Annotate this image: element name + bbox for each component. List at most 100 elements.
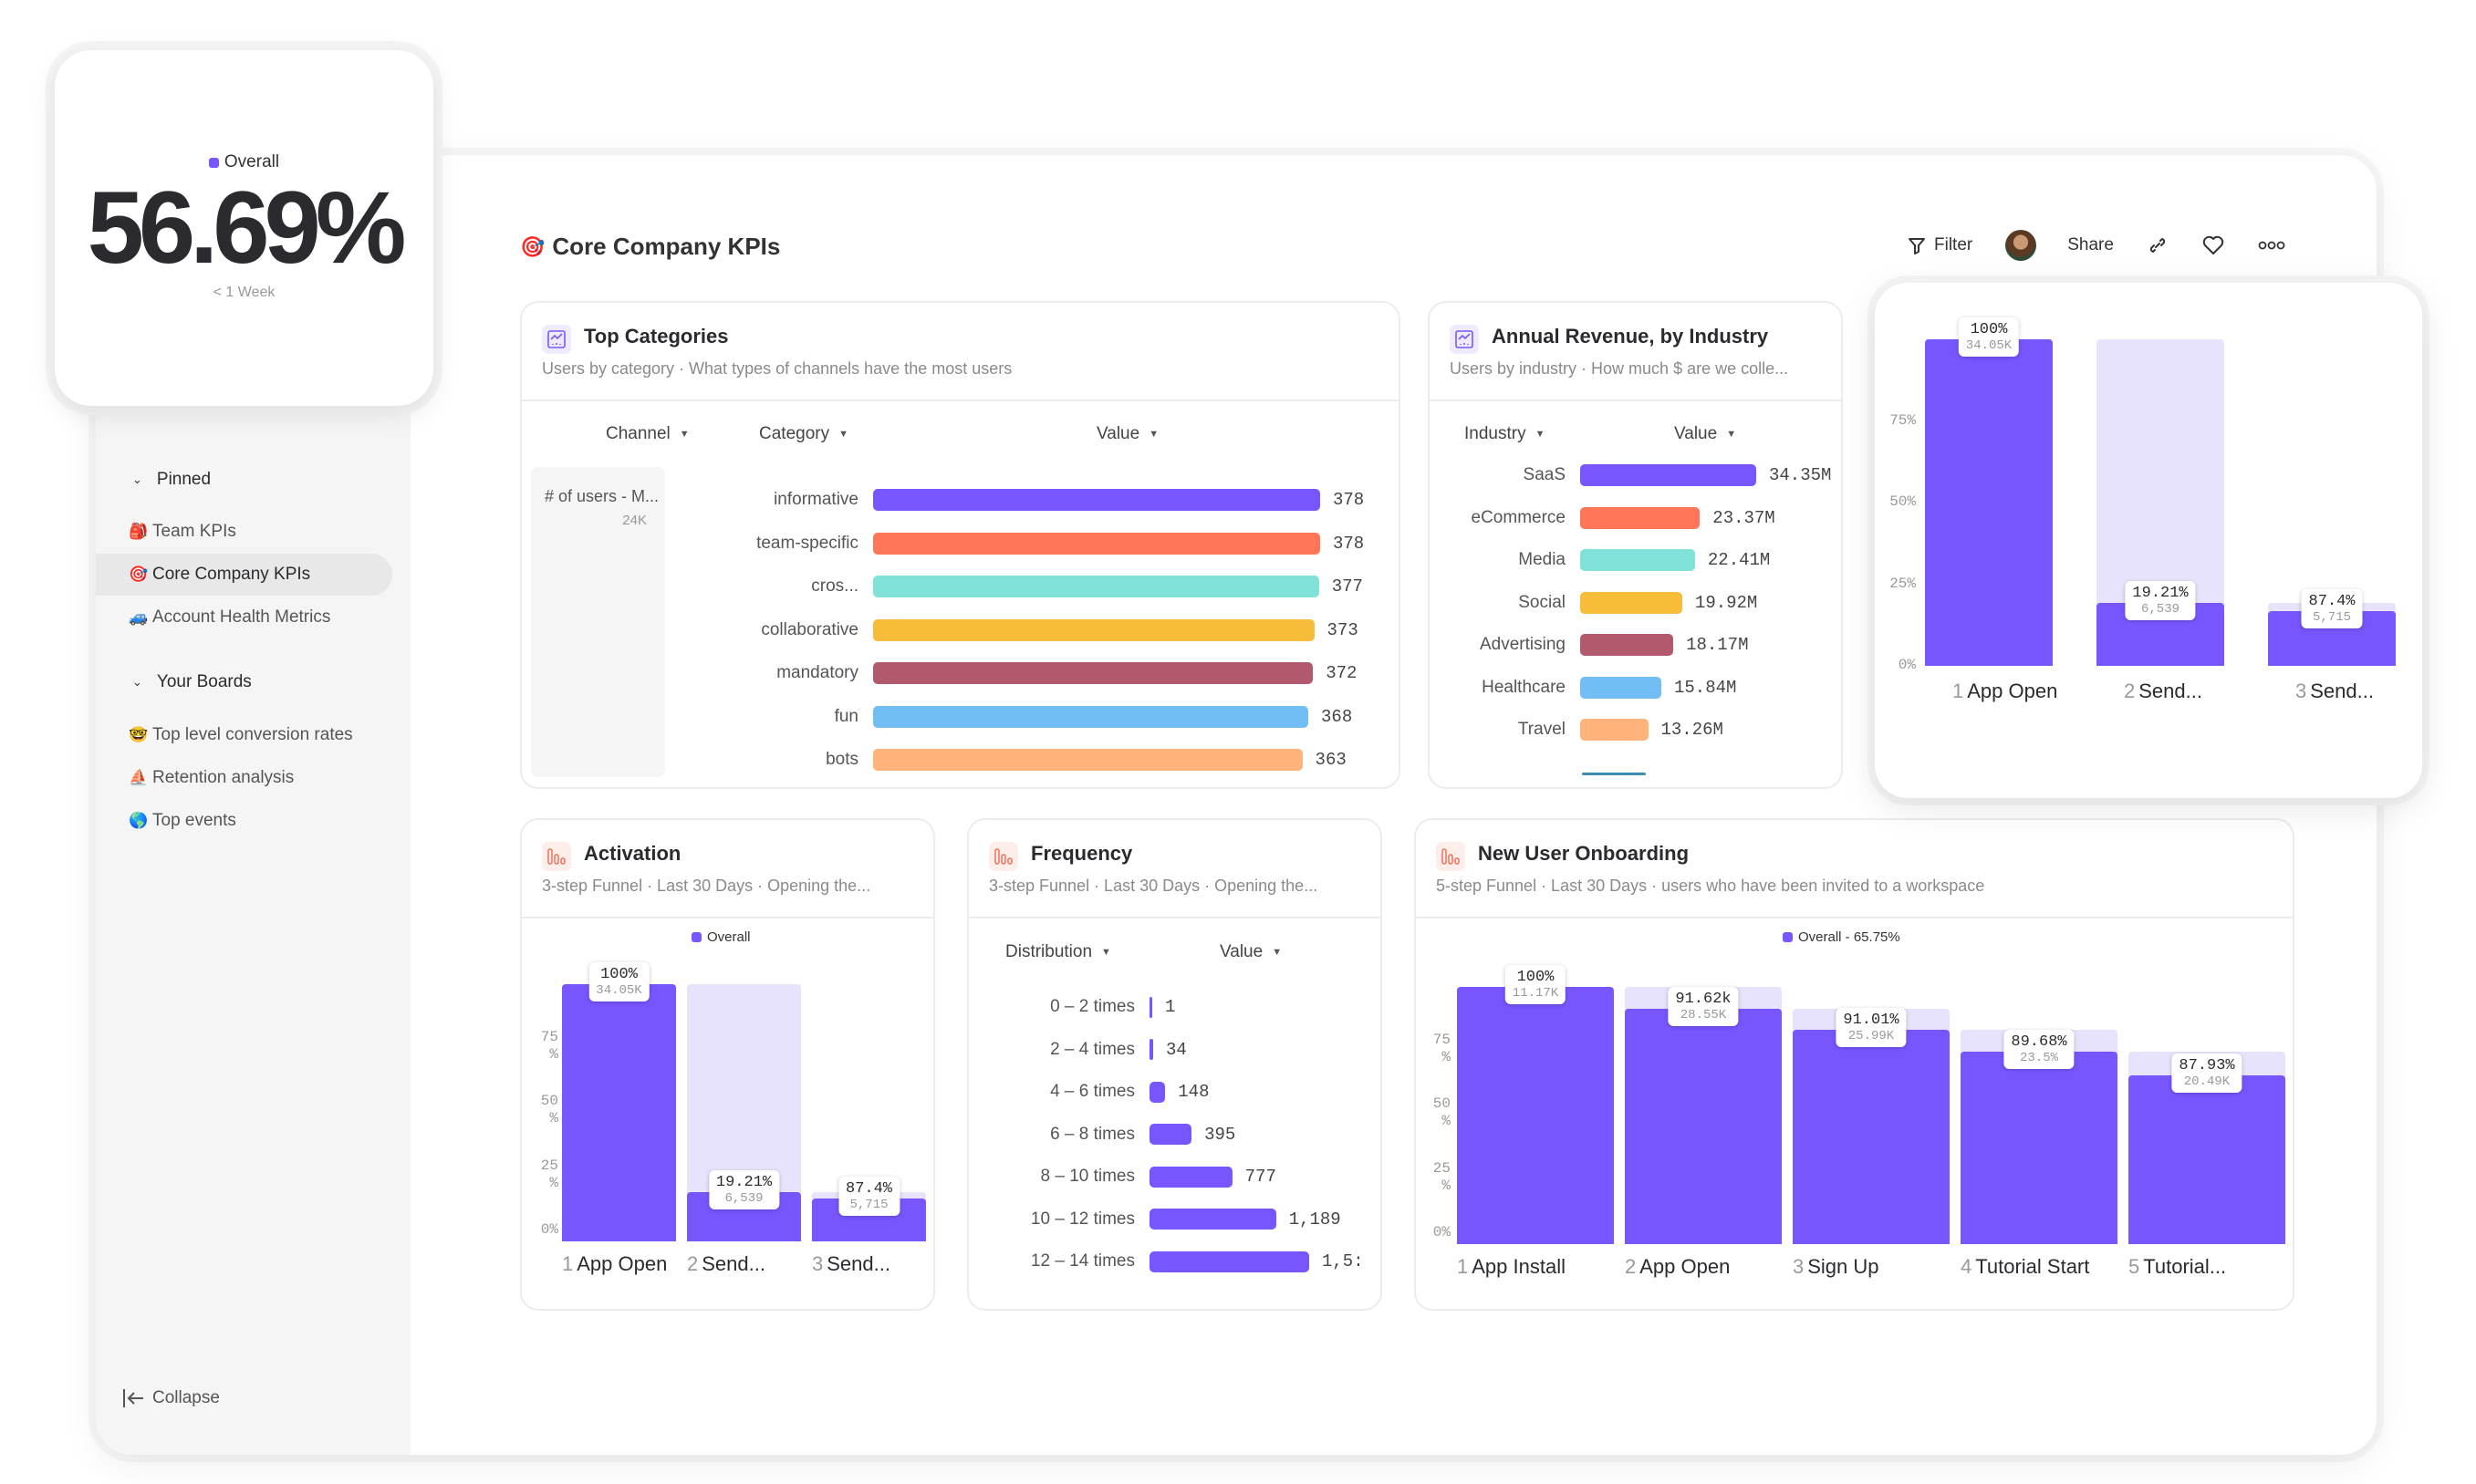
funnel-tooltip: 100% 34.05K [588, 962, 650, 1001]
funnel-bar[interactable] [562, 984, 676, 1241]
bar-row[interactable]: SaaS 34.35M [1430, 462, 1841, 488]
frequency-card[interactable]: Frequency 3-step Funnel · Last 30 Days ·… [967, 818, 1382, 1311]
step-label[interactable]: 3 Send... [2295, 680, 2374, 703]
bar[interactable] [1150, 1124, 1192, 1145]
bar[interactable] [1580, 719, 1649, 741]
collapse-button[interactable]: Collapse [121, 1386, 220, 1410]
channel-value: 24K [622, 513, 647, 528]
section-pinned[interactable]: ⌄ Pinned [132, 470, 211, 490]
sidebar-item-retention-analysis[interactable]: ⛵ Retention analysis [123, 757, 392, 799]
bar-row[interactable]: 0 – 2 times 1 [969, 994, 1380, 1020]
funnel-bar[interactable] [1793, 1029, 1950, 1244]
step-label[interactable]: 1 App Open [562, 1252, 667, 1276]
globe-icon: 🌎 [129, 812, 149, 829]
bar-row[interactable]: team-specific 378 [522, 531, 1399, 556]
new-user-onboarding-card[interactable]: New User Onboarding 5-step Funnel · Last… [1414, 818, 2294, 1311]
bar[interactable] [1580, 549, 1695, 571]
favorite-button[interactable] [2201, 234, 2225, 256]
funnel-bar[interactable] [1925, 339, 2053, 666]
bar[interactable] [873, 705, 1309, 728]
sidebar-item-core-company-kpis[interactable]: 🎯 Core Company KPIs [96, 554, 392, 596]
annual-revenue-card[interactable]: Annual Revenue, by Industry Users by ind… [1428, 301, 1843, 789]
sidebar-item-top-level-conversion-rates[interactable]: 🤓 Top level conversion rates [123, 714, 392, 756]
bar-row[interactable]: cros... 377 [522, 574, 1399, 599]
bar-row[interactable]: fun 368 [522, 704, 1399, 730]
share-button[interactable]: Share [2067, 235, 2114, 255]
column-header-value[interactable]: Value ▼ [1220, 942, 1282, 962]
bar[interactable] [873, 576, 1319, 597]
bar[interactable] [873, 749, 1303, 771]
section-your-boards[interactable]: ⌄ Your Boards [132, 672, 252, 692]
floating-kpi-card[interactable]: Overall 56.69% < 1 Week [55, 50, 433, 406]
bar[interactable] [873, 489, 1320, 511]
step-label[interactable]: 2 App Open [1625, 1255, 1730, 1279]
bar-row[interactable]: eCommerce 23.37M [1430, 505, 1841, 531]
funnel-bar[interactable] [1625, 1008, 1782, 1244]
top-categories-card[interactable]: Top Categories Users by category · What … [520, 301, 1400, 789]
filter-button[interactable]: Filter [1907, 235, 1972, 255]
bar-row[interactable]: Advertising 18.17M [1430, 632, 1841, 658]
bar-row[interactable]: Media 22.41M [1430, 547, 1841, 573]
bar[interactable] [1580, 591, 1682, 614]
bar[interactable] [1580, 464, 1756, 486]
column-header-value[interactable]: Value ▼ [1674, 424, 1736, 444]
bar[interactable] [873, 532, 1320, 555]
bar-row[interactable]: 2 – 4 times 34 [969, 1037, 1380, 1063]
bar[interactable] [1150, 996, 1152, 1018]
activation-card[interactable]: Activation 3-step Funnel · Last 30 Days … [520, 818, 935, 1311]
bar-row[interactable]: 10 – 12 times 1,189 [969, 1207, 1380, 1232]
funnel-bar[interactable] [2128, 1074, 2285, 1244]
bar[interactable] [1580, 634, 1674, 656]
step-label[interactable]: 3 Send... [812, 1252, 890, 1276]
sidebar-item-account-health-metrics[interactable]: 🚙 Account Health Metrics [123, 597, 392, 638]
column-header-category[interactable]: Category ▼ [759, 424, 848, 444]
step-label[interactable]: 4 Tutorial Start [1961, 1255, 2089, 1279]
column-header-value[interactable]: Value ▼ [1097, 424, 1159, 444]
funnel-tooltip: 100% 34.05K [1958, 317, 2020, 357]
bar-row[interactable]: mandatory 372 [522, 660, 1399, 686]
step-name: App Open [1967, 680, 2058, 702]
bar-row[interactable]: 8 – 10 times 777 [969, 1164, 1380, 1189]
funnel-tooltip: 91.62k 28.55K [1668, 986, 1739, 1026]
avatar[interactable] [2005, 230, 2037, 261]
step-label[interactable]: 5 Tutorial... [2128, 1255, 2226, 1279]
sidebar-item-team-kpis[interactable]: 🎒 Team KPIs [123, 511, 392, 553]
bar[interactable] [1150, 1166, 1233, 1188]
bar-row[interactable]: 6 – 8 times 395 [969, 1122, 1380, 1147]
bar[interactable] [873, 662, 1314, 684]
step-label[interactable]: 1 App Open [1952, 680, 2057, 703]
bar[interactable] [1150, 1209, 1276, 1230]
column-header-industry[interactable]: Industry ▼ [1464, 424, 1545, 444]
copy-link-button[interactable] [2147, 234, 2169, 256]
bar-row[interactable]: Social 19.92M [1430, 590, 1841, 616]
funnel-bar[interactable] [1961, 1052, 2117, 1244]
card-title: Frequency [1031, 842, 1133, 865]
bar[interactable] [1150, 1081, 1166, 1103]
step-number: 2 [2124, 680, 2136, 702]
bar[interactable] [1580, 676, 1661, 699]
bar-row[interactable]: bots 363 [522, 747, 1399, 773]
bar-row[interactable]: Travel 13.26M [1430, 717, 1841, 742]
bar[interactable] [1580, 506, 1701, 529]
sidebar-item-top-events[interactable]: 🌎 Top events [123, 800, 392, 842]
step-count: 6,539 [724, 1190, 764, 1206]
bar-row[interactable]: 12 – 14 times 1,5: [969, 1249, 1380, 1274]
bar-row[interactable]: 4 – 6 times 148 [969, 1079, 1380, 1105]
bar[interactable] [873, 618, 1315, 641]
bar-row[interactable]: collaborative 373 [522, 617, 1399, 643]
step-label[interactable]: 2 Send... [2124, 680, 2202, 703]
conversion-rate: 100% [1516, 969, 1555, 986]
bar[interactable] [1150, 1251, 1309, 1272]
column-header-distribution[interactable]: Distribution ▼ [1005, 942, 1111, 962]
bar[interactable] [1150, 1039, 1153, 1060]
step-label[interactable]: 3 Sign Up [1793, 1255, 1879, 1279]
step-label[interactable]: 2 Send... [687, 1252, 765, 1276]
more-options-button[interactable] [2258, 241, 2285, 250]
funnel-bar[interactable] [1457, 987, 1614, 1244]
bar-row[interactable]: informative 378 [522, 487, 1399, 513]
floating-funnel-card[interactable]: 0% 25% 50% 75% 100% 34.05K 1 App Open 19.21% 6,53… [1875, 283, 2422, 798]
column-header-channel[interactable]: Channel ▼ [606, 424, 690, 444]
bar-row[interactable]: Healthcare 15.84M [1430, 675, 1841, 700]
bar-label: Healthcare [1482, 677, 1566, 697]
step-label[interactable]: 1 App Install [1457, 1255, 1566, 1279]
